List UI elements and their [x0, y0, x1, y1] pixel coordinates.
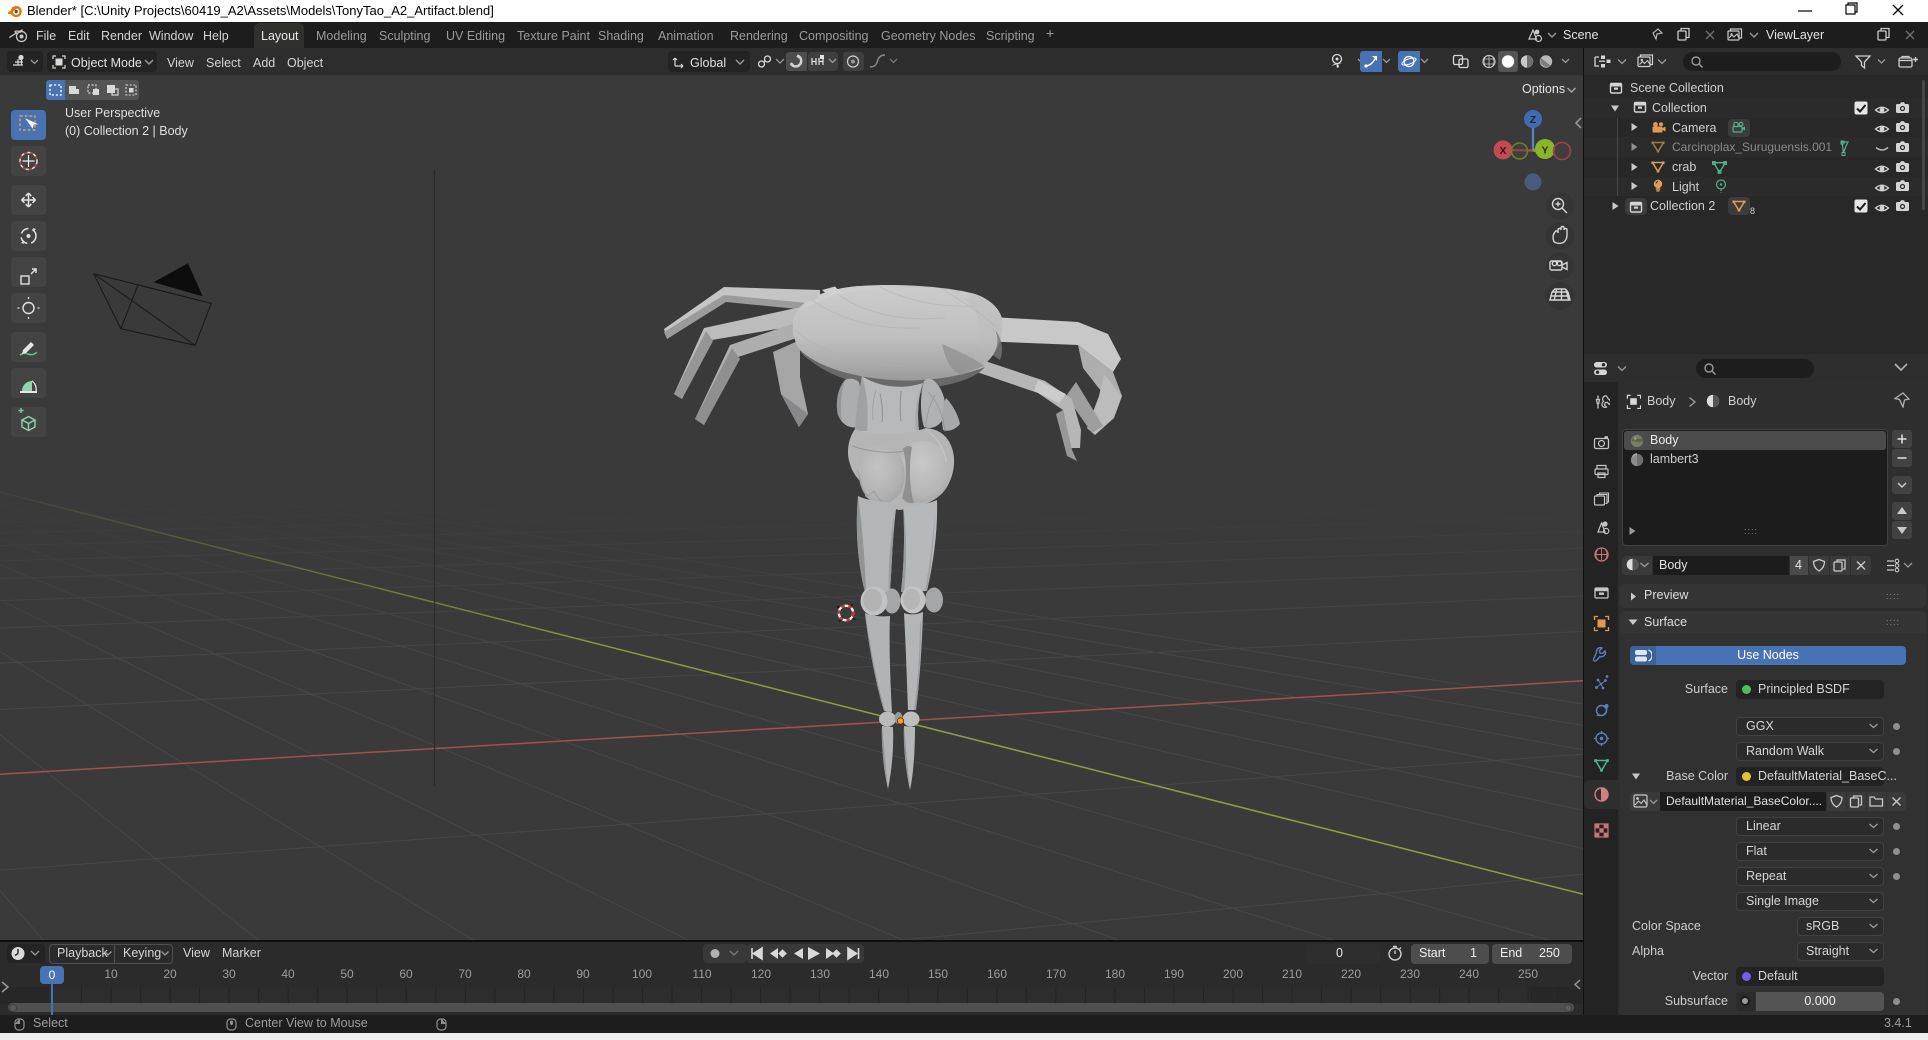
svg-text:Y: Y — [1541, 145, 1548, 157]
svg-text:Z: Z — [1530, 114, 1537, 126]
svg-text:X: X — [1499, 145, 1506, 157]
